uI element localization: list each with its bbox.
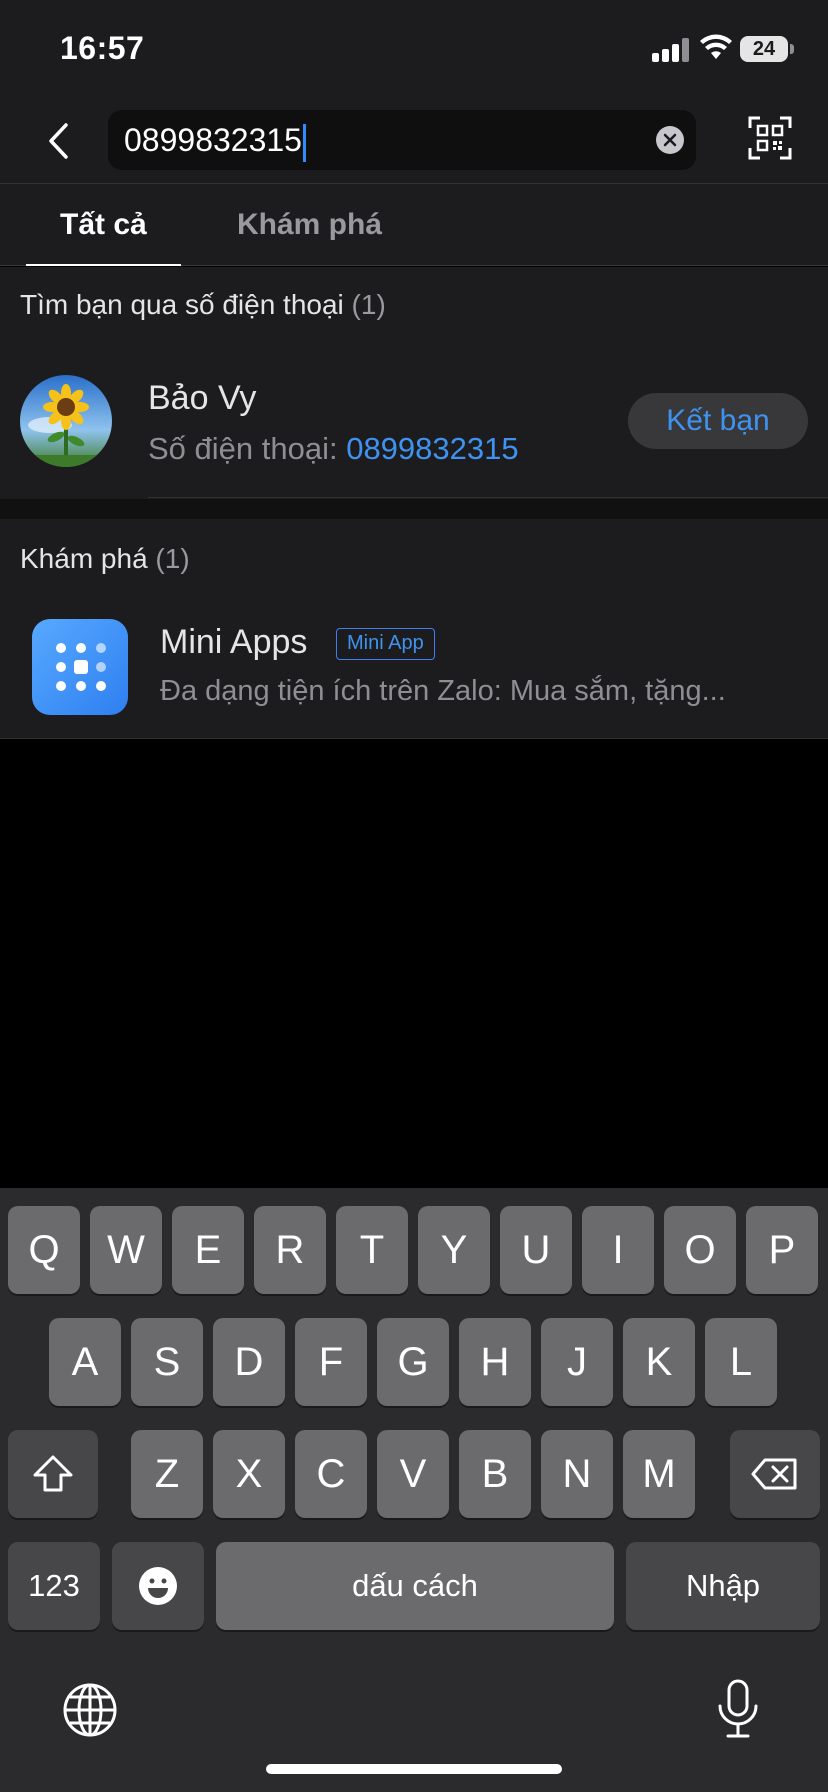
grid-dot <box>74 660 88 674</box>
tab-all[interactable]: Tất cả <box>60 208 147 242</box>
key-q[interactable]: Q <box>8 1206 80 1294</box>
section-title-phone: Tìm bạn qua số điện thoại (1) <box>20 289 386 321</box>
emoji-icon <box>139 1567 177 1605</box>
tab-discover[interactable]: Khám phá <box>237 208 382 242</box>
key-g[interactable]: G <box>377 1318 449 1406</box>
cellular-signal-icon <box>652 38 692 62</box>
grid-dot <box>96 643 106 653</box>
search-value: 0899832315 <box>124 122 302 158</box>
avatar[interactable] <box>20 375 112 467</box>
key-p[interactable]: P <box>746 1206 818 1294</box>
mini-apps-icon[interactable] <box>32 619 128 715</box>
section-title-discover: Khám phá (1) <box>20 543 190 575</box>
app-screen: 16:57 24 0899832315 Tất cả Khám phá Tìm … <box>0 0 828 1792</box>
key-t[interactable]: T <box>336 1206 408 1294</box>
key-k[interactable]: K <box>623 1318 695 1406</box>
key-y[interactable]: Y <box>418 1206 490 1294</box>
keyboard: Q W E R T Y U I O P A S D F G H J K L Z … <box>0 1188 828 1792</box>
mini-apps-name[interactable]: Mini Apps <box>160 623 307 662</box>
grid-dot <box>96 681 106 691</box>
key-s[interactable]: S <box>131 1318 203 1406</box>
numbers-key[interactable]: 123 <box>8 1542 100 1630</box>
phone-search-section: Tìm bạn qua số điện thoại (1) Bảo Vy Số … <box>0 267 828 499</box>
key-i[interactable]: I <box>582 1206 654 1294</box>
grid-dot <box>96 662 106 672</box>
grid-dot <box>76 643 86 653</box>
status-bar: 16:57 24 <box>0 0 828 100</box>
key-r[interactable]: R <box>254 1206 326 1294</box>
key-v[interactable]: V <box>377 1430 449 1518</box>
section-count: (1) <box>351 289 386 320</box>
backspace-key[interactable] <box>730 1430 820 1518</box>
key-n[interactable]: N <box>541 1430 613 1518</box>
key-e[interactable]: E <box>172 1206 244 1294</box>
contact-phone-line: Số điện thoại: 0899832315 <box>148 431 519 467</box>
key-a[interactable]: A <box>49 1318 121 1406</box>
search-input[interactable]: 0899832315 <box>124 110 624 170</box>
key-u[interactable]: U <box>500 1206 572 1294</box>
key-d[interactable]: D <box>213 1318 285 1406</box>
home-indicator[interactable] <box>266 1764 562 1774</box>
mini-app-badge: Mini App <box>336 628 435 660</box>
key-f[interactable]: F <box>295 1318 367 1406</box>
row-divider <box>148 497 828 498</box>
section-gap <box>0 499 828 519</box>
clear-search-button[interactable] <box>656 126 684 154</box>
phone-number: 0899832315 <box>346 431 519 466</box>
section-title-text: Tìm bạn qua số điện thoại <box>20 289 344 320</box>
key-l[interactable]: L <box>705 1318 777 1406</box>
key-m[interactable]: M <box>623 1430 695 1518</box>
section-title-text: Khám phá <box>20 543 148 574</box>
text-caret <box>302 123 306 162</box>
qr-scan-icon[interactable] <box>748 116 792 160</box>
key-c[interactable]: C <box>295 1430 367 1518</box>
key-x[interactable]: X <box>213 1430 285 1518</box>
grid-dot <box>56 643 66 653</box>
shift-key[interactable] <box>8 1430 98 1518</box>
tab-bar: Tất cả Khám phá <box>0 184 828 266</box>
emoji-key[interactable] <box>112 1542 204 1630</box>
key-o[interactable]: O <box>664 1206 736 1294</box>
mini-apps-description: Đa dạng tiện ích trên Zalo: Mua sắm, tặn… <box>160 675 726 707</box>
sunflower-avatar-image <box>20 375 112 467</box>
back-button[interactable] <box>36 116 80 166</box>
space-key[interactable]: dấu cách <box>216 1542 614 1630</box>
status-time: 16:57 <box>60 30 145 66</box>
key-j[interactable]: J <box>541 1318 613 1406</box>
close-icon <box>663 133 677 147</box>
add-friend-button[interactable]: Kết bạn <box>628 393 808 449</box>
return-key[interactable]: Nhập <box>626 1542 820 1630</box>
chevron-left-icon <box>49 123 68 159</box>
discover-section: Khám phá (1) Mini Apps Mini App Đa dạng … <box>0 519 828 739</box>
key-h[interactable]: H <box>459 1318 531 1406</box>
phone-label: Số điện thoại: <box>148 431 347 466</box>
key-z[interactable]: Z <box>131 1430 203 1518</box>
globe-icon[interactable] <box>62 1682 118 1738</box>
backspace-icon <box>751 1458 797 1490</box>
section-count: (1) <box>155 543 190 574</box>
wifi-icon <box>700 34 732 59</box>
battery-icon: 24 <box>740 36 794 62</box>
search-box[interactable]: 0899832315 <box>108 110 696 170</box>
key-w[interactable]: W <box>90 1206 162 1294</box>
search-header: 0899832315 <box>0 100 828 184</box>
key-b[interactable]: B <box>459 1430 531 1518</box>
contact-name[interactable]: Bảo Vy <box>148 379 256 418</box>
shift-arrow-icon <box>33 1455 73 1492</box>
grid-dot <box>56 681 66 691</box>
grid-dot <box>76 681 86 691</box>
active-tab-indicator <box>26 264 181 266</box>
microphone-icon[interactable] <box>716 1678 760 1740</box>
grid-dot <box>56 662 66 672</box>
